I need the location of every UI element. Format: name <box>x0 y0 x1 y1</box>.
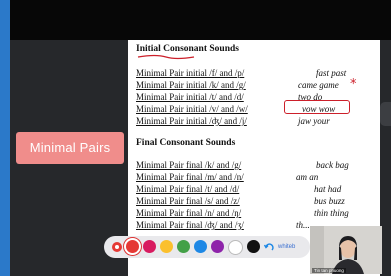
color-swatches <box>126 239 260 255</box>
annotation-toolbar: whiteb <box>104 236 310 258</box>
color-swatch[interactable] <box>194 239 207 253</box>
final-pair-words-4: bus buzz <box>314 196 345 206</box>
minimal-pairs-label: Minimal Pairs <box>16 132 124 164</box>
undo-icon[interactable] <box>262 240 276 254</box>
final-pair-words-2: am an <box>296 172 319 182</box>
final-pair-words-3: hat had <box>314 184 342 194</box>
initial-pair-label-3: Minimal Pair initial /t/ and /d/ <box>136 92 244 102</box>
participant-avatar <box>310 226 382 274</box>
color-swatch[interactable] <box>126 239 139 253</box>
initial-pair-label-5: Minimal Pair initial /ʤ/ and /j/ <box>136 116 247 126</box>
participant-video: Tin tan phuong <box>310 226 382 274</box>
final-pair-label-3: Minimal Pair final /t/ and /d/ <box>136 184 240 194</box>
color-swatch[interactable] <box>211 239 224 253</box>
color-swatch[interactable] <box>228 239 243 255</box>
side-panel-toggle[interactable] <box>380 102 391 126</box>
final-pair-label-6: Minimal Pair final /ʤ/ and /ʒ/ <box>136 220 244 230</box>
initial-pair-label-2: Minimal Pair initial /k/ and /g/ <box>136 80 246 90</box>
final-pair-label-2: Minimal Pair final /m/ and /n/ <box>136 172 244 182</box>
initial-heading: Initial Consonant Sounds <box>136 44 239 54</box>
final-heading: Final Consonant Sounds <box>136 138 236 148</box>
whiteboard-link[interactable]: whiteb <box>278 244 295 250</box>
left-accent-rail <box>0 0 10 276</box>
final-pair-label-5: Minimal Pair final /n/ and /ŋ/ <box>136 208 242 218</box>
final-pair-words-6: th... <box>296 220 310 230</box>
initial-pair-words-1: fast past <box>316 68 347 78</box>
star-mark-icon: * <box>350 77 357 92</box>
color-swatch[interactable] <box>177 239 190 253</box>
initial-pair-label-1: Minimal Pair initial /f/ and /p/ <box>136 68 245 78</box>
participant-name: Tin tan phuong <box>312 268 346 273</box>
color-swatch[interactable] <box>143 239 156 253</box>
final-pair-label-1: Minimal Pair final /k/ and /g/ <box>136 160 242 170</box>
pen-icon[interactable] <box>110 240 124 254</box>
final-pair-words-5: thin thing <box>314 208 349 218</box>
final-pair-label-4: Minimal Pair final /s/ and /z/ <box>136 196 240 206</box>
color-swatch[interactable] <box>247 239 260 253</box>
initial-pair-words-5: jaw your <box>298 116 330 126</box>
initial-pair-label-4: Minimal Pair initial /v/ and /w/ <box>136 104 248 114</box>
top-bar <box>0 0 391 40</box>
final-pair-words-1: back bag <box>316 160 349 170</box>
highlight-box-mark <box>284 100 350 114</box>
initial-pair-words-2: came game <box>298 80 339 90</box>
color-swatch[interactable] <box>160 239 173 253</box>
heading-underline-mark <box>137 54 195 60</box>
